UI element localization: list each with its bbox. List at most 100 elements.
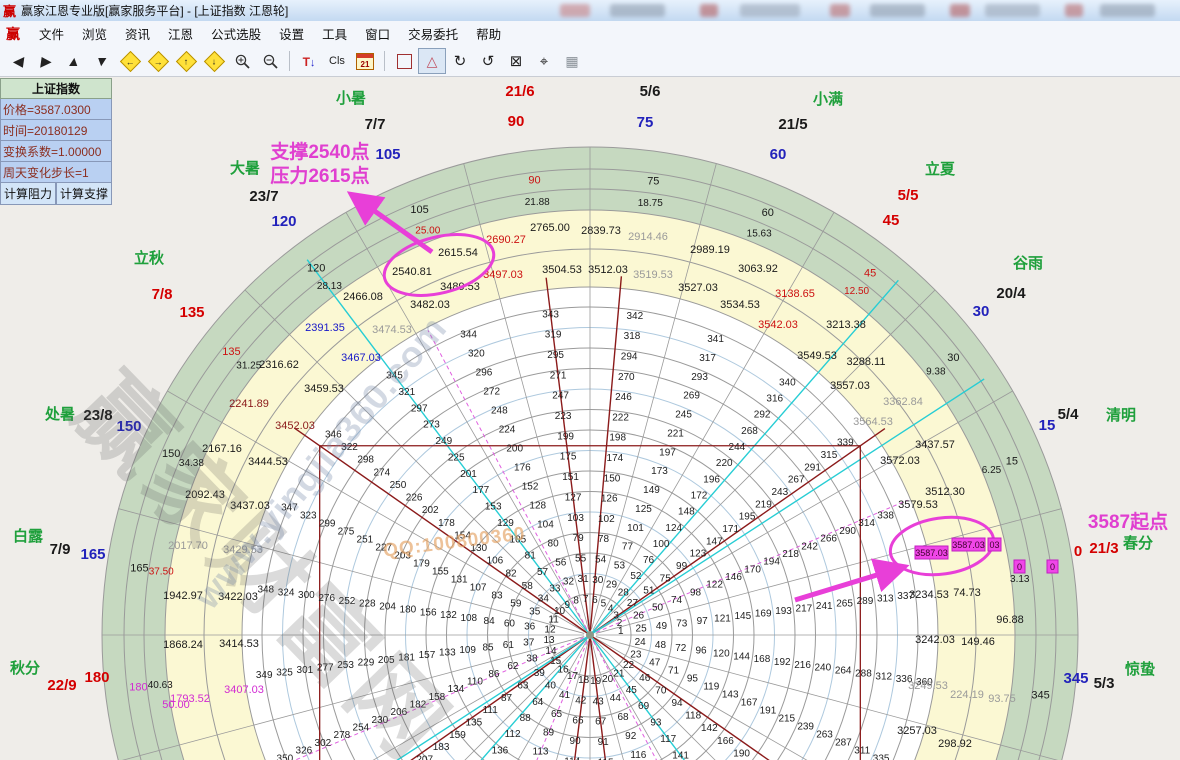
wheel-number: 15 [1006, 456, 1018, 468]
wheel-number: 273 [423, 420, 440, 431]
wheel-number: 3504.53 [542, 264, 582, 276]
titlebar-blur-item [1065, 4, 1083, 17]
nav-left-icon[interactable]: ◀ [4, 48, 32, 74]
zoom-in-icon[interactable] [228, 48, 256, 74]
wheel-number: 23 [630, 649, 642, 660]
wheel-number: 173 [651, 466, 668, 477]
wheel-number: 198 [609, 433, 626, 444]
wheel-number: 37 [523, 638, 535, 649]
wheel-number: 45 [626, 685, 638, 696]
zoom-out-icon[interactable] [256, 48, 284, 74]
solar-term-label: 秋分 [10, 659, 40, 677]
cls-icon[interactable]: Cls [323, 48, 351, 74]
menu-item-9[interactable]: 帮助 [467, 21, 510, 46]
gann-wheel[interactable]: 1530456075901051201351501651801952102252… [0, 0, 1180, 760]
wheel-number: 92 [625, 731, 637, 742]
wheel-number: 326 [296, 746, 313, 757]
wheel-number: 156 [420, 607, 437, 618]
menu-item-0[interactable]: 文件 [30, 21, 73, 46]
wheel-outer-label: 45 [883, 212, 900, 229]
wheel-number: 25.00 [415, 226, 440, 237]
diamond-down-icon[interactable]: ↓ [200, 48, 228, 74]
rotate-ccw-icon[interactable]: ↺ [474, 48, 502, 74]
diamond-up-icon[interactable]: ↑ [172, 48, 200, 74]
quote-row-1: 时间=20180129 [0, 120, 112, 141]
wheel-number: 6.25 [982, 465, 1002, 476]
wheel-number: 342 [627, 311, 644, 322]
center-target-icon[interactable]: ⌖ [530, 48, 558, 74]
limit-arrow-icon[interactable]: T↓ [295, 48, 323, 74]
wheel-number: 2391.35 [305, 322, 345, 334]
diamond-right-icon[interactable]: → [144, 48, 172, 74]
wheel-number: 3467.03 [341, 352, 381, 364]
wheel-number: 145 [735, 611, 752, 622]
triangle-tool-icon[interactable]: △ [418, 48, 446, 74]
wheel-number: 136 [492, 745, 509, 756]
menu-item-1[interactable]: 浏览 [73, 21, 116, 46]
wheel-number: 297 [411, 403, 428, 414]
wheel-number: 71 [668, 665, 680, 676]
wheel-number: 349 [256, 670, 273, 681]
wheel-number: 316 [766, 394, 783, 405]
titlebar-blur-item [610, 4, 665, 17]
wheel-number: 9 [564, 600, 570, 611]
nav-down-icon[interactable]: ▼ [88, 48, 116, 74]
calc-resistance-button[interactable]: 计算阻力 [0, 183, 56, 205]
wheel-outer-label: 0 [1074, 543, 1082, 560]
wheel-number: 66 [572, 716, 584, 727]
wheel-number: 39 [534, 668, 546, 679]
wheel-number: 60 [504, 619, 516, 630]
wheel-number: 3527.03 [678, 282, 718, 294]
wheel-number: 242 [801, 541, 818, 552]
wheel-number: 30 [947, 352, 959, 364]
wheel-number: 17 [567, 671, 579, 682]
support-pressure-annotation: 支撑2540点 [269, 140, 369, 163]
wheel-number: 53 [614, 561, 626, 572]
menu-item-4[interactable]: 公式选股 [202, 21, 270, 46]
menu-logo-icon: 赢 [6, 24, 20, 44]
wheel-number: 93 [650, 718, 662, 729]
wheel-number: 19 [590, 676, 602, 687]
square-tool-icon[interactable] [390, 48, 418, 74]
wheel-number: 64 [532, 697, 544, 708]
wheel-number: 3579.53 [898, 499, 938, 511]
wheel-outer-label: 21/3 [1089, 540, 1118, 557]
wheel-number: 190 [733, 748, 750, 759]
calendar-icon[interactable]: 21 [351, 48, 379, 74]
wheel-number: 320 [468, 349, 485, 360]
menu-item-8[interactable]: 交易委托 [399, 21, 467, 46]
board-icon[interactable]: ▦ [558, 48, 586, 74]
menu-item-3[interactable]: 江恩 [159, 21, 202, 46]
wheel-number: 117 [660, 734, 676, 745]
menu-item-5[interactable]: 设置 [270, 21, 313, 46]
nav-up-icon[interactable]: ▲ [60, 48, 88, 74]
wheel-number: 3249.53 [908, 680, 948, 692]
wheel-number: 68 [617, 712, 629, 723]
wheel-number: 192 [774, 657, 791, 668]
wheel-outer-label: 21/5 [778, 116, 807, 133]
diamond-left-icon[interactable]: ← [116, 48, 144, 74]
wheel-number: 70 [655, 685, 667, 696]
wheel-outer-label: 180 [84, 669, 109, 686]
wheel-number: 79 [573, 533, 585, 544]
wheel-number: 148 [678, 507, 695, 518]
wheel-number: 4 [608, 604, 614, 615]
wheel-outer-label: 30 [973, 303, 990, 320]
titlebar-blur-item [560, 4, 590, 17]
nav-right-icon[interactable]: ▶ [32, 48, 60, 74]
wheel-number: 141 [672, 750, 689, 760]
wheel-number: 268 [741, 426, 758, 437]
wheel-number: 77 [622, 542, 634, 553]
wheel-number: 222 [612, 412, 629, 423]
box-x-icon[interactable]: ⊠ [502, 48, 530, 74]
wheel-number: 247 [552, 391, 569, 402]
calc-support-button[interactable]: 计算支撑 [56, 183, 112, 205]
menu-item-6[interactable]: 工具 [313, 21, 356, 46]
wheel-number: 3 [613, 610, 619, 621]
menu-item-7[interactable]: 窗口 [356, 21, 399, 46]
rotate-cw-icon[interactable]: ↻ [446, 48, 474, 74]
wheel-number: 72 [675, 643, 687, 654]
menu-item-2[interactable]: 资讯 [116, 21, 159, 46]
wheel-number: 13 [543, 635, 555, 646]
wheel-number: 124 [665, 523, 682, 534]
